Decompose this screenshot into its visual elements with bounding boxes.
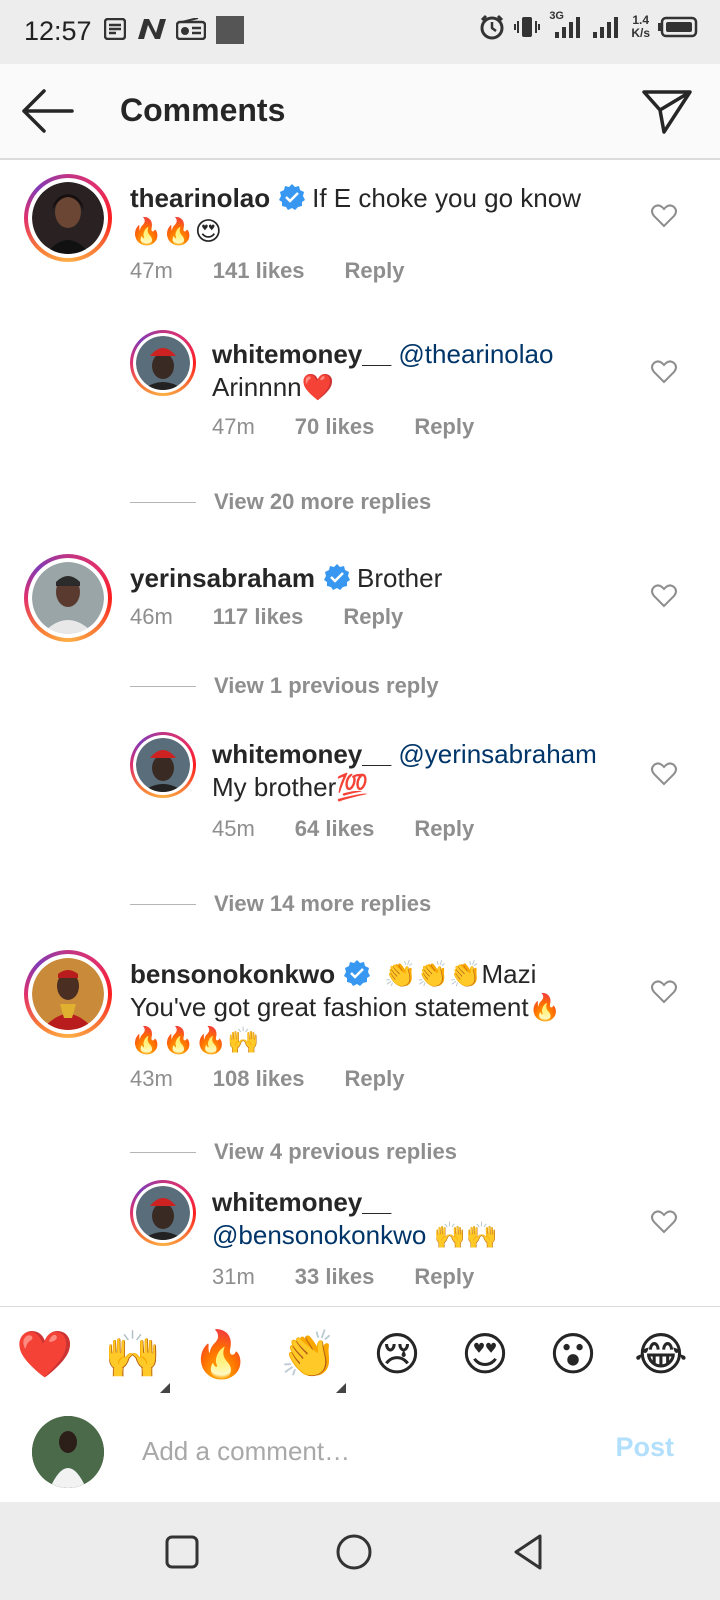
reaction-laughing[interactable]: 😂 (632, 1325, 690, 1383)
quick-reactions-bar: ❤️ 🙌 🔥 👏 😢 😍 😮 😂 (0, 1306, 720, 1404)
like-heart-icon[interactable] (651, 360, 677, 384)
comment-username[interactable]: whitemoney__ (212, 1187, 391, 1217)
vibrate-icon (514, 17, 541, 37)
recent-apps-button[interactable] (162, 1532, 202, 1572)
comment-username[interactable]: yerinsabraham (130, 563, 315, 593)
reply-button[interactable]: Reply (343, 604, 403, 630)
comment-text: My brother💯 (212, 772, 369, 802)
like-heart-icon[interactable] (651, 1210, 677, 1234)
reaction-fire[interactable]: 🔥 (192, 1325, 250, 1383)
system-nav-bar (0, 1502, 720, 1600)
comment-time: 47m (212, 414, 255, 439)
verified-badge-icon (323, 564, 350, 590)
comment-likes[interactable]: 108 likes (213, 1066, 305, 1092)
skin-tone-indicator-icon (160, 1383, 170, 1393)
like-heart-icon[interactable] (651, 980, 677, 1004)
mention-link[interactable]: @thearinolao (398, 339, 553, 369)
comment-composer: Post (0, 1402, 720, 1502)
reaction-heart[interactable]: ❤️ (16, 1325, 74, 1383)
like-heart-icon[interactable] (651, 204, 677, 228)
status-time: 12:57 (24, 16, 92, 46)
comment-meta: 31m 33 likes Reply (212, 1264, 474, 1290)
reply-button[interactable]: Reply (345, 1066, 405, 1092)
radio-notification-icon (176, 18, 206, 40)
comment-text: You've got great fashion statement🔥 (130, 992, 561, 1022)
comment-text: 👏👏👏Mazi (384, 959, 537, 989)
comment-text: Brother (356, 563, 443, 593)
comment-time: 31m (212, 1264, 255, 1289)
mention-link[interactable]: @bensonokonkwo (212, 1220, 426, 1250)
page-title: Comments (120, 92, 286, 128)
back-arrow-icon[interactable] (18, 86, 78, 136)
comment-emoji: 🔥🔥😍 (130, 217, 222, 247)
comment-meta: 43m 108 likes Reply (130, 1066, 404, 1092)
my-avatar (32, 1416, 104, 1488)
comment-text: If E choke you go know (312, 183, 581, 213)
like-heart-icon[interactable] (651, 762, 677, 786)
avatar[interactable] (136, 738, 190, 792)
network-speed: 1.4 K/s (631, 13, 650, 40)
comment-time: 46m (130, 604, 173, 629)
view-previous-replies[interactable]: View 1 previous reply (214, 673, 439, 699)
comment-meta: 45m 64 likes Reply (212, 816, 474, 842)
view-previous-replies[interactable]: View 4 previous replies (214, 1139, 457, 1165)
back-button[interactable] (508, 1532, 548, 1572)
home-button[interactable] (334, 1532, 374, 1572)
battery-icon (658, 16, 698, 38)
comment-username[interactable]: whitemoney__ (212, 739, 391, 769)
avatar[interactable] (32, 958, 104, 1030)
comment-likes[interactable]: 141 likes (213, 258, 305, 284)
comment-text: Arinnnn❤️ (212, 372, 334, 402)
comment-username[interactable]: thearinolao (130, 183, 270, 213)
status-bar: 12:57 3G 1.4 K/s (0, 0, 720, 64)
comment-time: 43m (130, 1066, 173, 1091)
comment-input[interactable] (140, 1428, 584, 1474)
comment-time: 47m (130, 258, 173, 283)
comment-time: 45m (212, 816, 255, 841)
comment-username[interactable]: whitemoney__ (212, 339, 391, 369)
n-notification-icon (138, 19, 166, 39)
comment-username[interactable]: bensonokonkwo (130, 959, 335, 989)
post-button[interactable]: Post (615, 1432, 674, 1463)
reply-button[interactable]: Reply (414, 816, 474, 842)
signal-3g-icon: 3G (549, 10, 583, 40)
alarm-icon (480, 14, 504, 40)
avatar[interactable] (32, 562, 104, 634)
comment-meta: 46m 117 likes Reply (130, 604, 403, 630)
skin-tone-indicator-icon (336, 1383, 346, 1393)
view-more-replies[interactable]: View 20 more replies (214, 489, 431, 515)
image-notification-icon (216, 16, 244, 44)
avatar[interactable] (32, 182, 104, 254)
avatar[interactable] (136, 1186, 190, 1240)
comment-likes[interactable]: 117 likes (213, 604, 304, 630)
comment-emoji: 🔥🔥🔥🙌 (130, 1026, 260, 1056)
comments-list[interactable]: thearinolao If E choke you go know 🔥🔥😍 47… (0, 160, 720, 1307)
comment-meta: 47m 141 likes Reply (130, 258, 404, 284)
view-more-replies[interactable]: View 14 more replies (214, 891, 431, 917)
avatar[interactable] (136, 336, 190, 390)
comment-likes[interactable]: 64 likes (295, 816, 375, 842)
document-notification-icon (104, 18, 126, 40)
status-icons: 3G 1.4 K/s (479, 10, 698, 40)
reaction-crying[interactable]: 😢 (368, 1325, 426, 1383)
reply-button[interactable]: Reply (414, 414, 474, 440)
reaction-raised-hands[interactable]: 🙌 (104, 1325, 162, 1383)
direct-share-icon[interactable] (640, 86, 694, 136)
comment-likes[interactable]: 70 likes (295, 414, 375, 440)
reaction-heart-eyes[interactable]: 😍 (456, 1325, 514, 1383)
comment-likes[interactable]: 33 likes (295, 1264, 375, 1290)
signal-icon (593, 17, 619, 38)
verified-badge-icon (344, 960, 371, 986)
reaction-surprised[interactable]: 😮 (544, 1325, 602, 1383)
comment-emoji: 🙌🙌 (433, 1221, 499, 1251)
comment-meta: 47m 70 likes Reply (212, 414, 474, 440)
reply-button[interactable]: Reply (345, 258, 405, 284)
reply-button[interactable]: Reply (414, 1264, 474, 1290)
verified-badge-icon (279, 184, 306, 210)
reaction-clap[interactable]: 👏 (280, 1325, 338, 1383)
like-heart-icon[interactable] (651, 584, 677, 608)
header-bar: Comments (0, 64, 720, 160)
mention-link[interactable]: @yerinsabraham (398, 739, 596, 769)
